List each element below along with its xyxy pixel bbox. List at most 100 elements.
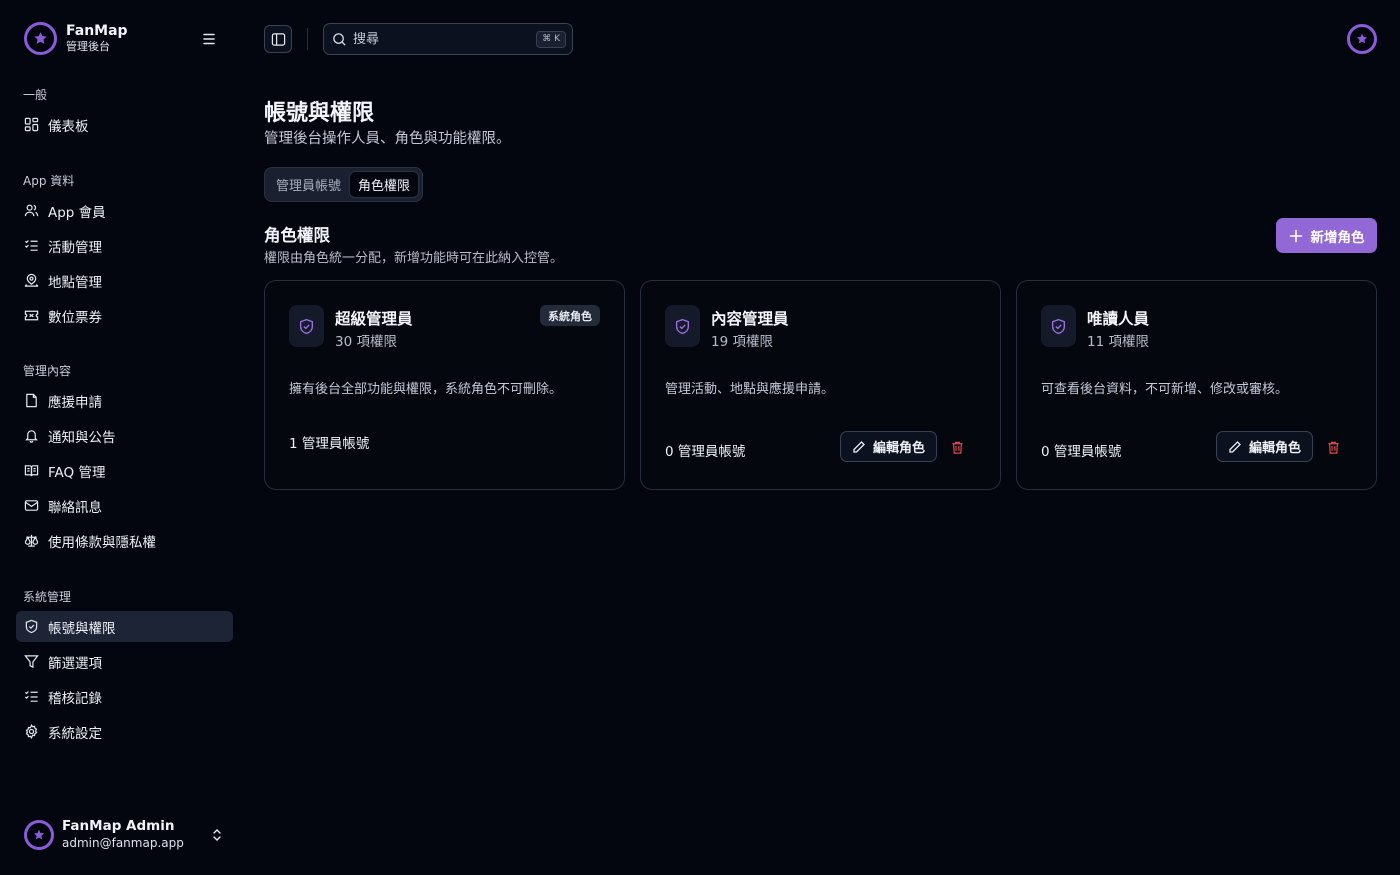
edit-role-label: 編輯角色 bbox=[1248, 441, 1301, 456]
sidebar-item-label: 系統設定 bbox=[48, 725, 102, 742]
panel-left-icon bbox=[271, 32, 285, 46]
section-label-system: 系統管理 bbox=[23, 590, 72, 604]
sidebar-item-label: 聯絡訊息 bbox=[48, 499, 102, 516]
sidebar-item-locations[interactable]: 地點管理 bbox=[16, 265, 233, 296]
dashboard-icon bbox=[24, 117, 39, 132]
delete-role-button[interactable] bbox=[949, 439, 966, 456]
trash-icon bbox=[1328, 441, 1339, 454]
sidebar-item-label: 數位票券 bbox=[48, 309, 102, 326]
mail-icon bbox=[24, 498, 39, 513]
trash-icon bbox=[952, 441, 963, 454]
app-root: FanMap 管理後台 一般 儀表板 App 資料 App 會員 活動管理 地點… bbox=[0, 0, 1400, 875]
user-name: FanMap Admin bbox=[62, 818, 175, 834]
filter-icon bbox=[24, 654, 39, 669]
pencil-icon bbox=[853, 440, 865, 453]
role-account-count: 1 管理員帳號 bbox=[289, 436, 370, 452]
users-icon bbox=[24, 203, 39, 218]
sidebar-item-tickets[interactable]: 數位票券 bbox=[16, 300, 233, 331]
role-description: 管理活動、地點與應援申請。 bbox=[665, 382, 835, 397]
book-icon bbox=[24, 463, 39, 478]
add-role-button[interactable]: 新增角色 bbox=[1276, 218, 1377, 253]
search-input[interactable] bbox=[353, 31, 523, 47]
search-shortcut-badge: ⌘ K bbox=[536, 31, 566, 48]
sidebar-item-label: FAQ 管理 bbox=[48, 464, 106, 481]
user-email: admin@fanmap.app bbox=[62, 836, 184, 850]
sidebar-item-support-requests[interactable]: 應援申請 bbox=[16, 385, 233, 416]
checklist-icon bbox=[24, 689, 39, 704]
sidebar-item-label: 帳號與權限 bbox=[48, 620, 116, 637]
section-description: 權限由角色統一分配，新增功能時可在此納入控管。 bbox=[264, 251, 564, 266]
shield-icon bbox=[24, 619, 39, 634]
role-shield-icon bbox=[1041, 305, 1076, 347]
sidebar-item-system-settings[interactable]: 系統設定 bbox=[16, 716, 233, 747]
sidebar-item-dashboard[interactable]: 儀表板 bbox=[16, 109, 233, 140]
user-menu[interactable]: FanMap Admin admin@fanmap.app bbox=[24, 818, 229, 851]
tab-list: 管理員帳號 角色權限 bbox=[264, 167, 424, 202]
sidebar-item-audit-logs[interactable]: 稽核記錄 bbox=[16, 681, 233, 712]
delete-role-button[interactable] bbox=[1325, 439, 1342, 456]
scale-icon bbox=[24, 533, 39, 548]
map-pin-icon bbox=[24, 273, 39, 288]
sidebar-item-label: 地點管理 bbox=[48, 274, 102, 291]
page-title: 帳號與權限 bbox=[264, 101, 375, 126]
tab-role-permissions[interactable]: 角色權限 bbox=[349, 171, 420, 198]
user-avatar-star-icon bbox=[24, 819, 54, 850]
sidebar-item-faq[interactable]: FAQ 管理 bbox=[16, 455, 233, 486]
edit-role-button[interactable]: 編輯角色 bbox=[1216, 431, 1313, 462]
role-description: 可查看後台資料，不可新增、修改或審核。 bbox=[1041, 382, 1289, 397]
gear-icon bbox=[24, 724, 39, 739]
brand[interactable]: FanMap 管理後台 bbox=[24, 22, 128, 55]
sidebar-item-label: 活動管理 bbox=[48, 239, 102, 256]
role-shield-icon bbox=[665, 305, 700, 347]
sidebar-item-notifications[interactable]: 通知與公告 bbox=[16, 420, 233, 451]
sidebar-item-filter-options[interactable]: 篩選選項 bbox=[16, 646, 233, 677]
role-account-count: 0 管理員帳號 bbox=[665, 444, 746, 460]
role-permission-count: 11 項權限 bbox=[1087, 334, 1149, 350]
sidebar-item-label: 稽核記錄 bbox=[48, 690, 102, 707]
section-title: 角色權限 bbox=[264, 226, 330, 245]
page-description: 管理後台操作人員、角色與功能權限。 bbox=[264, 131, 511, 147]
brand-name: FanMap bbox=[66, 23, 128, 39]
checklist-icon bbox=[24, 238, 39, 253]
section-label-content: 管理內容 bbox=[23, 364, 72, 378]
search-icon bbox=[333, 32, 346, 46]
role-description: 擁有後台全部功能與權限，系統角色不可刪除。 bbox=[289, 382, 563, 397]
system-role-badge: 系統角色 bbox=[540, 305, 600, 326]
role-account-count: 0 管理員帳號 bbox=[1041, 444, 1122, 460]
sidebar-item-label: 使用條款與隱私權 bbox=[48, 534, 156, 551]
sidebar-toggle-button[interactable] bbox=[264, 25, 292, 53]
sidebar-item-label: 篩選選項 bbox=[48, 655, 102, 672]
add-role-label: 新增角色 bbox=[1310, 229, 1365, 246]
sidebar-item-events[interactable]: 活動管理 bbox=[16, 230, 233, 261]
role-card-super-admin: 超級管理員 30 項權限 系統角色 擁有後台全部功能與權限，系統角色不可刪除。 … bbox=[264, 280, 625, 490]
sidebar-item-terms[interactable]: 使用條款與隱私權 bbox=[16, 525, 233, 556]
chevron-up-down-icon[interactable] bbox=[210, 827, 224, 843]
role-permission-count: 19 項權限 bbox=[711, 334, 773, 350]
section-label-app-data: App 資料 bbox=[23, 174, 75, 188]
document-icon bbox=[24, 393, 39, 408]
profile-avatar-star-icon[interactable] bbox=[1347, 24, 1377, 54]
sidebar-item-accounts-permissions[interactable]: 帳號與權限 bbox=[16, 611, 233, 642]
sidebar-item-app-members[interactable]: App 會員 bbox=[16, 195, 233, 226]
role-name: 超級管理員 bbox=[335, 310, 413, 328]
search-box[interactable]: ⌘ K bbox=[323, 23, 573, 55]
bell-icon bbox=[24, 428, 39, 443]
role-name: 內容管理員 bbox=[711, 310, 789, 328]
tab-admin-accounts[interactable]: 管理員帳號 bbox=[268, 171, 349, 198]
sidebar-item-contact[interactable]: 聯絡訊息 bbox=[16, 490, 233, 521]
sidebar: FanMap 管理後台 一般 儀表板 App 資料 App 會員 活動管理 地點… bbox=[0, 0, 248, 875]
edit-role-label: 編輯角色 bbox=[872, 441, 925, 456]
sidebar-item-label: App 會員 bbox=[48, 204, 106, 221]
role-card-read-only: 唯讀人員 11 項權限 可查看後台資料，不可新增、修改或審核。 0 管理員帳號 … bbox=[1016, 280, 1377, 490]
logo-star-icon bbox=[24, 22, 57, 55]
role-name: 唯讀人員 bbox=[1087, 310, 1150, 328]
menu-toggle-icon[interactable] bbox=[200, 30, 218, 48]
role-card-content-admin: 內容管理員 19 項權限 管理活動、地點與應援申請。 0 管理員帳號 編輯角色 bbox=[640, 280, 1001, 490]
plus-icon bbox=[1289, 229, 1302, 242]
edit-role-button[interactable]: 編輯角色 bbox=[840, 431, 937, 462]
ticket-icon bbox=[24, 308, 39, 323]
sidebar-item-label: 儀表板 bbox=[48, 118, 89, 135]
section-label-general: 一般 bbox=[23, 88, 48, 102]
sidebar-item-label: 通知與公告 bbox=[48, 429, 116, 446]
pencil-icon bbox=[1229, 440, 1241, 453]
